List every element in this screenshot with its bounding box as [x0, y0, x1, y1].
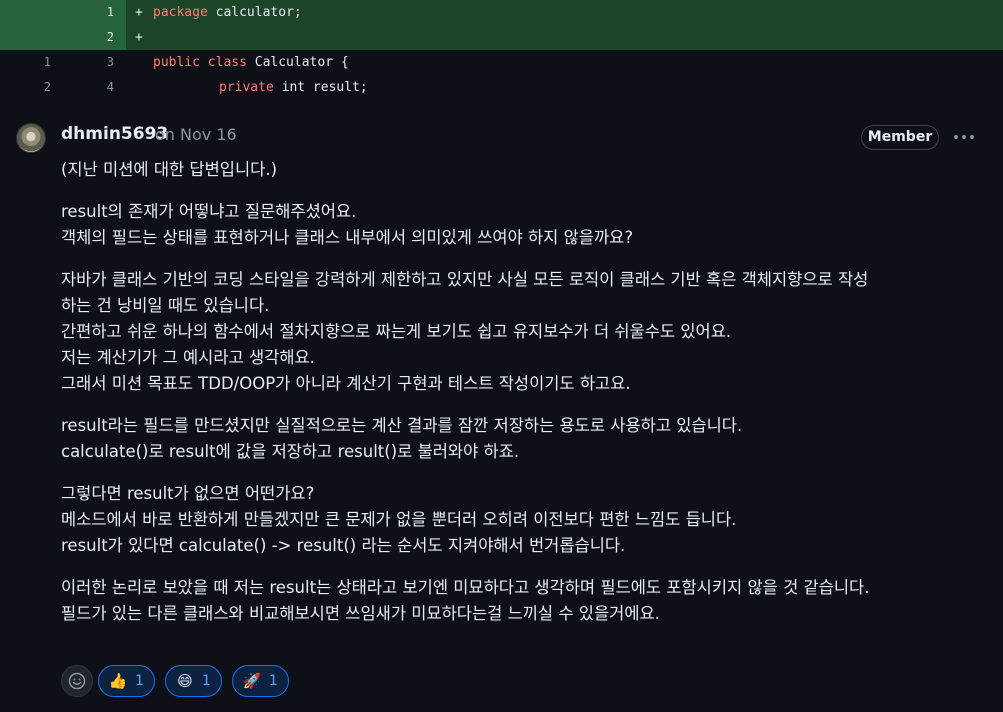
- comment-paragraph: result의 존재가 어떻냐고 질문해주셨어요. 객체의 필드는 상태를 표현하…: [61, 199, 986, 251]
- more-options-icon[interactable]: [951, 127, 977, 147]
- comment-line: 자바가 클래스 기반의 코딩 스타일을 강력하게 제한하고 있지만 사실 모든 …: [61, 270, 869, 289]
- diff-line: 2 4 private int result;: [0, 75, 1003, 100]
- diff-line: 1 + package calculator;: [0, 0, 1003, 25]
- reaction-button-thumbs-up[interactable]: 👍 1: [98, 665, 155, 697]
- comment-author[interactable]: dhmin5693: [61, 124, 168, 144]
- avatar[interactable]: [16, 123, 46, 153]
- smiley-icon: [68, 672, 86, 690]
- comment-line: 그렇다면 result가 없으면 어떤가요?: [61, 484, 315, 503]
- comment-line: result라는 필드를 만드셨지만 실질적으로는 계산 결과를 잠깐 저장하는…: [61, 416, 743, 435]
- diff-marker: +: [135, 5, 143, 20]
- new-line-number[interactable]: 3: [62, 50, 114, 75]
- member-badge: Member: [861, 125, 939, 150]
- comment-line: 간편하고 쉬운 하나의 함수에서 절차지향으로 짜는게 보기도 쉽고 유지보수가…: [61, 322, 732, 341]
- rocket-icon: 🚀: [242, 672, 262, 690]
- diff-line: 2 +: [0, 25, 1003, 50]
- code-rest: int result;: [273, 80, 368, 95]
- new-line-number[interactable]: 4: [62, 75, 114, 100]
- thumbs-up-icon: 👍: [108, 672, 128, 690]
- reaction-button-rocket[interactable]: 🚀 1: [231, 665, 289, 697]
- diff-snippet: 1 + package calculator; 2 +1 3 public class Ca…: [0, 0, 1003, 100]
- comment-line: 이러한 논리로 보았을 때 저는 result는 상태라고 보기엔 미묘하다고 …: [61, 578, 870, 597]
- new-line-number[interactable]: 1: [62, 0, 114, 25]
- comment-line: 메소드에서 바로 반환하게 만들겠지만 큰 문제가 없을 뿐더러 오히려 이전보…: [61, 510, 737, 529]
- code-text: public class Calculator {: [153, 50, 349, 75]
- comment-line: 필드가 있는 다른 클래스와 비교해보시면 쓰임새가 미묘하다는걸 느끼실 수 …: [61, 604, 660, 623]
- add-reaction-button[interactable]: [61, 665, 93, 697]
- diff-line: 1 3 public class Calculator {: [0, 50, 1003, 75]
- comment-paragraph: 이러한 논리로 보았을 때 저는 result는 상태라고 보기엔 미묘하다고 …: [61, 575, 986, 627]
- comment-body: (지난 미션에 대한 답변입니다.) result의 존재가 어떻냐고 질문해주셨…: [61, 157, 986, 643]
- old-line-number[interactable]: 2: [0, 75, 51, 100]
- comment-timestamp[interactable]: on Nov 16: [155, 125, 237, 144]
- code-keyword: package: [153, 5, 208, 20]
- diff-marker: +: [135, 30, 143, 45]
- old-line-number[interactable]: [0, 25, 51, 50]
- code-keyword: public class: [153, 55, 247, 70]
- comment-line: result의 존재가 어떻냐고 질문해주셨어요.: [61, 202, 357, 221]
- old-line-number[interactable]: [0, 0, 51, 25]
- reactions-bar: 👍 1 😄 1 🚀 1: [61, 665, 299, 697]
- comment-paragraph: 그렇다면 result가 없으면 어떤가요? 메소드에서 바로 반환하게 만들겠지…: [61, 481, 986, 559]
- comment-paragraph: 자바가 클래스 기반의 코딩 스타일을 강력하게 제한하고 있지만 사실 모든 …: [61, 267, 986, 397]
- comment-line: (지난 미션에 대한 답변입니다.): [61, 160, 278, 179]
- reaction-button-smile[interactable]: 😄 1: [164, 665, 222, 697]
- comment-line: 저는 계산기가 그 예시라고 생각해요.: [61, 348, 315, 367]
- reaction-count: 1: [201, 673, 211, 689]
- code-keyword: private: [219, 80, 274, 95]
- comment-paragraph: result라는 필드를 만드셨지만 실질적으로는 계산 결과를 잠깐 저장하는…: [61, 413, 986, 465]
- comment-line: 객체의 필드는 상태를 표현하거나 클래스 내부에서 의미있게 쓰여야 하지 않…: [61, 228, 634, 247]
- code-rest: Calculator {: [246, 55, 349, 70]
- comment-paragraph: (지난 미션에 대한 답변입니다.): [61, 157, 986, 183]
- old-line-number[interactable]: 1: [0, 50, 51, 75]
- reaction-count: 1: [268, 673, 278, 689]
- comment-line: result가 있다면 calculate() -> result() 라는 순…: [61, 536, 626, 555]
- code-rest: calculator;: [207, 5, 302, 20]
- new-line-number[interactable]: 2: [62, 25, 114, 50]
- reaction-count: 1: [135, 673, 144, 689]
- comment-line: calculate()로 result에 값을 저장하고 result()로 불…: [61, 442, 520, 461]
- smile-icon: 😄: [177, 672, 193, 690]
- review-comment: dhmin5693 on Nov 16 Member (지난 미션에 대한 답변…: [0, 101, 1003, 712]
- code-text: private int result;: [153, 75, 368, 100]
- comment-line: 하는 건 낭비일 때도 있습니다.: [61, 296, 270, 315]
- comment-line: 그래서 미션 목표도 TDD/OOP가 아니라 계산기 구현과 테스트 작성이기…: [61, 374, 631, 393]
- code-text: package calculator;: [153, 0, 302, 25]
